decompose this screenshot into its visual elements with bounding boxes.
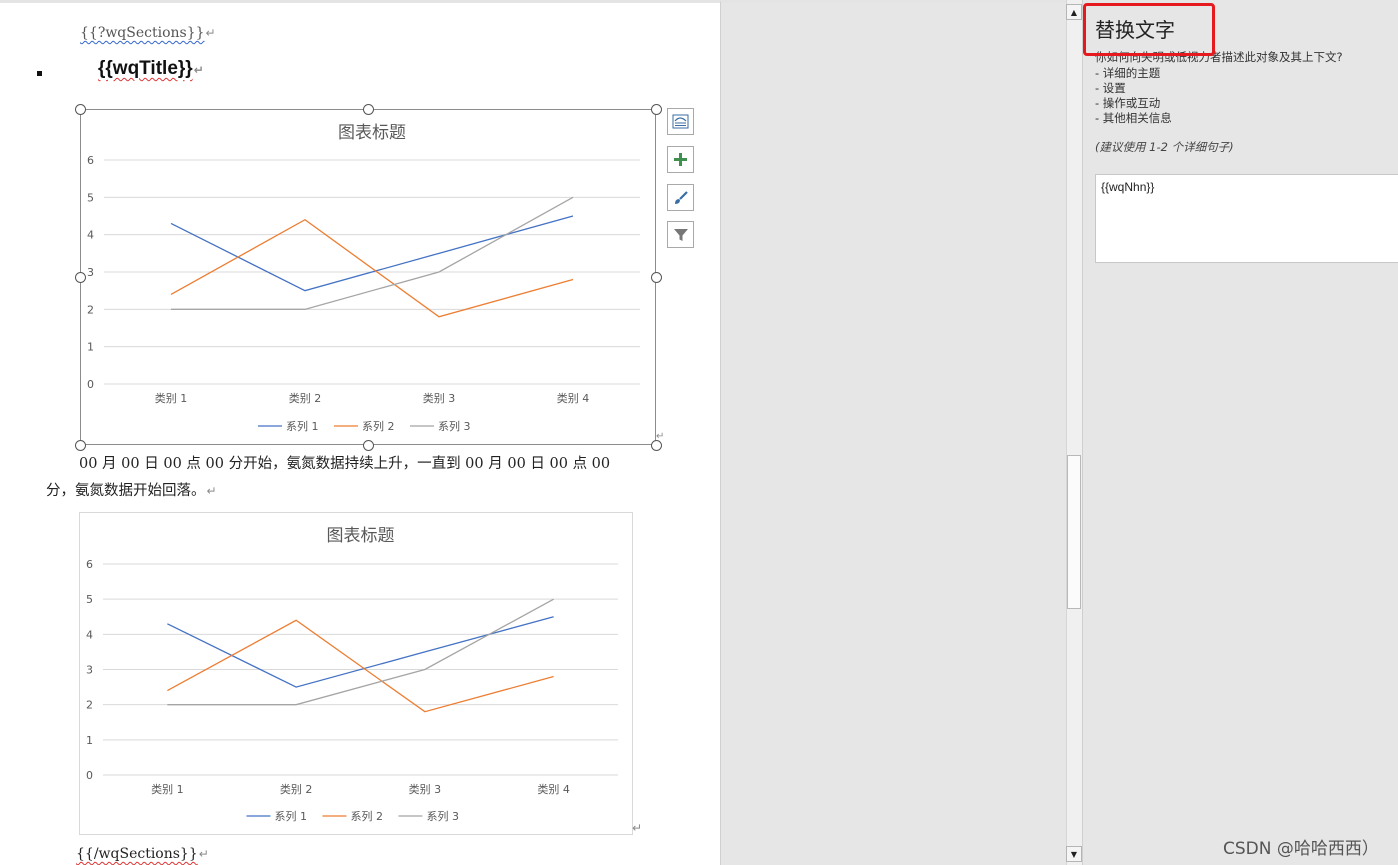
document-background [720,0,1066,865]
line-chart-1[interactable]: 图表标题 0 1 2 3 4 5 6 类别 1 类别 2 类别 3 类别 4 系列 1 系列 2 系列 3 [80,109,656,445]
y-tick-label: 1 [86,734,93,747]
series-line [170,215,574,292]
legend-label: 系列 1 [275,809,308,823]
chart-elements-button[interactable] [667,146,694,173]
resize-handle-top-right[interactable] [651,104,662,115]
y-tick-label: 5 [86,593,93,606]
x-tick-label: 类别 3 [409,782,442,796]
chart-title: 图表标题 [338,123,406,143]
sections-open-text: {{?wqSections}} [80,25,205,41]
document-page: {{?wqSections}}↵ {{wqTitle}}↵ 图表标题 0 1 2 3 4 5… [0,0,720,865]
x-tick-label: 类别 1 [151,782,184,796]
y-tick-label: 4 [86,628,93,641]
vertical-scrollbar[interactable] [1066,0,1082,865]
scroll-up-button[interactable]: ▲ [1066,4,1082,20]
pane-list-item: - 其他相关信息 [1095,111,1172,125]
paragraph-mark: ↵ [632,821,643,835]
list-bullet [37,71,42,76]
y-tick-label: 6 [87,154,94,167]
highlight-box [1083,3,1215,56]
chart-elements-icon [674,153,687,166]
layout-options-icon [672,114,689,129]
anchor-mark: ↵ [656,431,665,442]
sections-close-tag[interactable]: {{/wqSections}}↵ [76,846,209,862]
y-tick-label: 3 [87,266,94,279]
y-tick-label: 1 [87,341,94,354]
resize-handle-right[interactable] [651,272,662,283]
alt-text-pane: 替换文字 你如何向失明或低视力者描述此对象及其上下文? - 详细的主题 - 设置… [1082,0,1398,865]
y-tick-label: 5 [87,191,94,204]
x-tick-label: 类别 2 [289,391,322,405]
paragraph-text: 00 月 00 日 00 点 00 分开始，氨氮数据持续上升，一直到 00 月 … [46,456,611,499]
y-tick-label: 0 [87,378,94,391]
series-line [167,616,554,688]
chart-2-svg: 图表标题 0 1 2 3 4 5 6 类别 1 类别 2 类别 3 类别 4 系列 1 系列 2 系列 3 [86,526,618,823]
resize-handle-top-left[interactable] [75,104,86,115]
chart-filters-button[interactable] [667,221,694,248]
paragraph-mark: ↵ [198,847,209,861]
resize-handle-bottom-left[interactable] [75,440,86,451]
triangle-down-icon: ▼ [1070,849,1078,859]
x-tick-label: 类别 2 [280,782,313,796]
legend-label: 系列 2 [362,419,395,433]
y-tick-label: 4 [87,229,94,242]
chart-filters-icon [673,228,688,241]
line-chart-2[interactable]: 图表标题 0 1 2 3 4 5 6 类别 1 类别 2 类别 3 类别 4 系列 1 系列 2 系列 3 [79,512,633,835]
scroll-down-button[interactable]: ▼ [1066,846,1082,862]
y-tick-label: 3 [86,664,93,677]
chart-styles-button[interactable] [667,184,694,211]
sections-open-tag[interactable]: {{?wqSections}}↵ [80,25,216,41]
sections-close-text: {{/wqSections}} [76,846,198,862]
chart-1-svg: 图表标题 0 1 2 3 4 5 6 类别 1 类别 2 类别 3 类别 4 系列 1 系列 2 系列 3 [87,123,640,433]
y-tick-label: 2 [86,699,93,712]
layout-options-button[interactable] [667,108,694,135]
paragraph-mark: ↵ [205,26,216,40]
legend-label: 系列 3 [427,809,460,823]
pane-hint: (建议使用 1-2 个详细句子) [1095,140,1234,154]
pane-list-item: - 设置 [1095,81,1126,95]
legend-label: 系列 2 [351,809,384,823]
y-tick-label: 0 [86,769,93,782]
title-placeholder-line[interactable]: {{wqTitle}}↵ [98,58,204,80]
y-tick-label: 2 [87,303,94,316]
legend-label: 系列 1 [286,419,319,433]
resize-handle-left[interactable] [75,272,86,283]
scrollbar-thumb[interactable] [1067,455,1081,609]
watermark: CSDN @哈哈西西） [1223,839,1379,859]
x-tick-label: 类别 1 [155,391,188,405]
paragraph-mark: ↵ [193,63,204,77]
y-tick-label: 6 [86,558,93,571]
pane-list-item: - 详细的主题 [1095,66,1161,80]
body-paragraph[interactable]: 00 月 00 日 00 点 00 分开始，氨氮数据持续上升，一直到 00 月 … [46,451,626,505]
chart-title: 图表标题 [327,526,395,546]
title-placeholder: {{wqTitle}} [98,58,193,79]
x-tick-label: 类别 4 [557,391,590,405]
x-tick-label: 类别 4 [537,782,570,796]
alt-text-input[interactable]: {{wqNhn}} [1095,174,1398,263]
resize-handle-bottom[interactable] [363,440,374,451]
legend-label: 系列 3 [438,419,471,433]
triangle-up-icon: ▲ [1070,7,1078,17]
pane-list-item: - 操作或互动 [1095,96,1161,110]
paragraph-mark: ↵ [206,484,217,498]
x-tick-label: 类别 3 [423,391,456,405]
chart-styles-icon [674,190,688,204]
resize-handle-top[interactable] [363,104,374,115]
